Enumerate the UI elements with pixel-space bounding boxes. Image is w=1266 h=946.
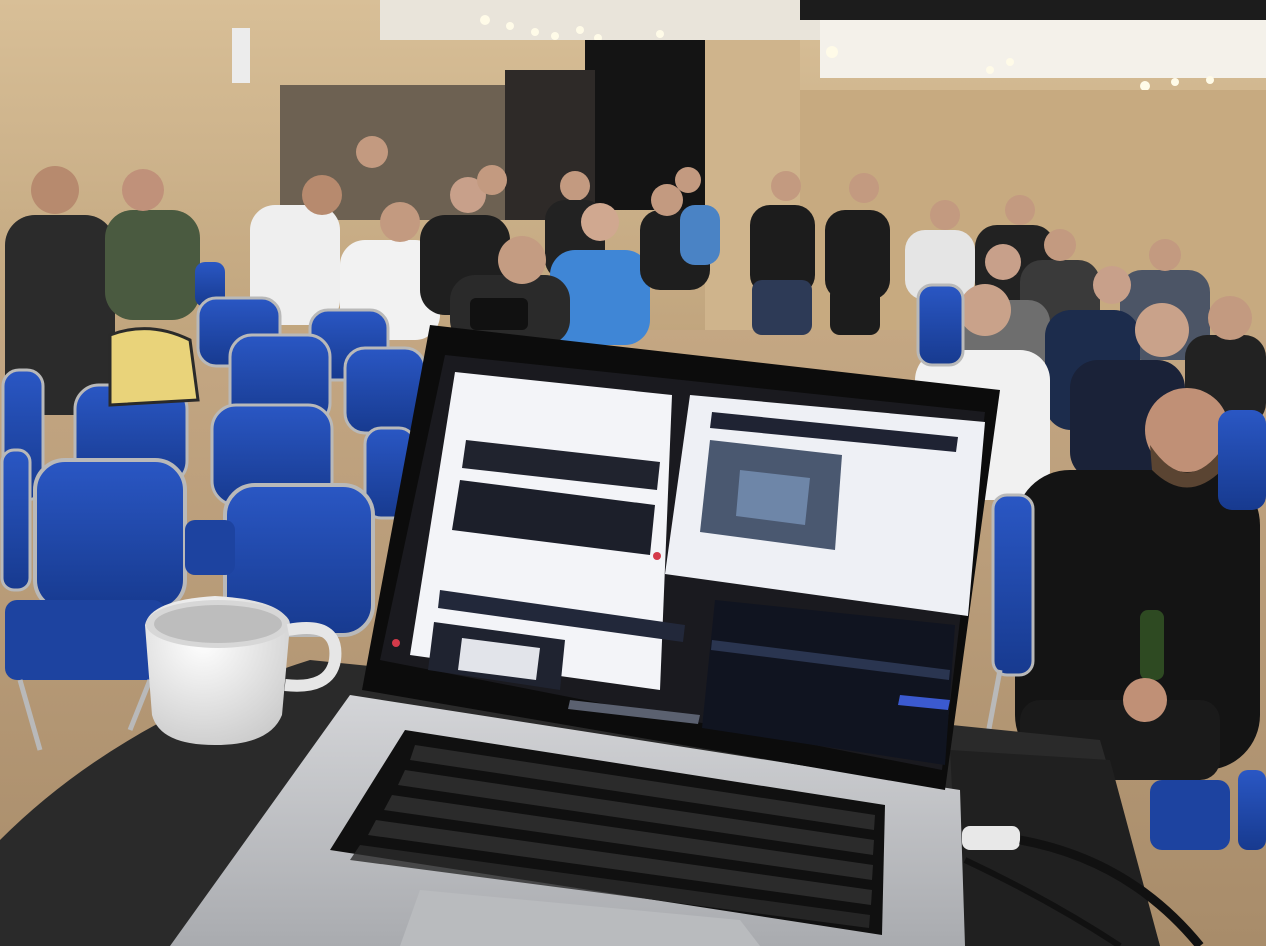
wall-switch bbox=[232, 28, 250, 83]
presentation-room-scene bbox=[0, 0, 1266, 946]
camera-icon bbox=[470, 298, 528, 330]
bottle-icon bbox=[1140, 610, 1164, 680]
ceiling-beam bbox=[800, 0, 1266, 20]
ceiling-light-bar bbox=[820, 18, 1266, 78]
